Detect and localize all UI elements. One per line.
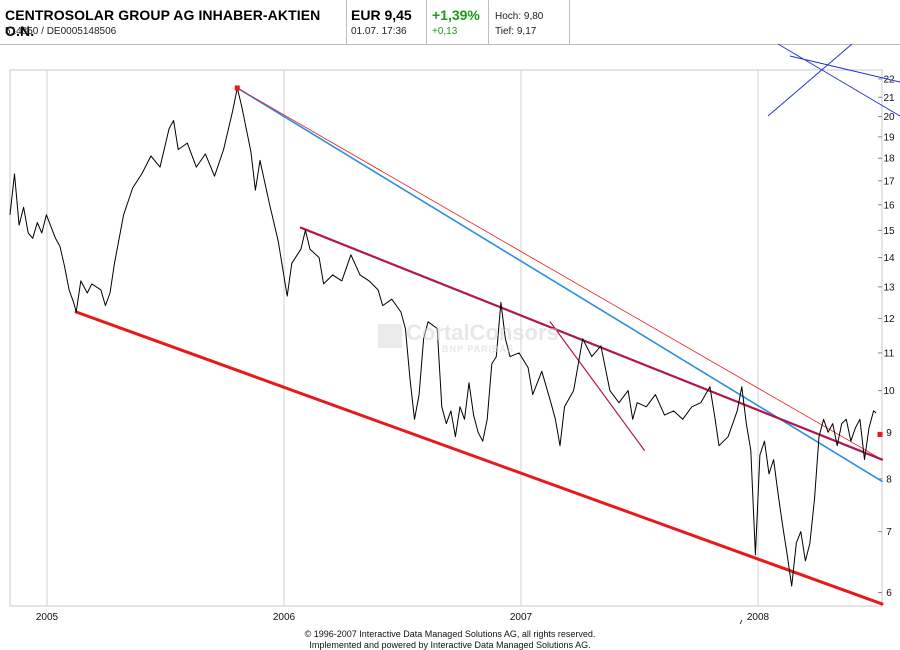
y-tick-label-7: 7	[886, 527, 892, 538]
y-tick-label-21: 21	[883, 93, 895, 104]
y-tick-label-16: 16	[883, 200, 895, 211]
y-tick-label-12: 12	[883, 314, 895, 325]
trend-markers	[234, 85, 883, 437]
y-tick-label-15: 15	[883, 226, 895, 237]
corner-line-3	[789, 55, 900, 83]
y-tick-label-18: 18	[883, 154, 895, 165]
watermark-subbrand: BNP PARIBAS	[442, 344, 515, 354]
y-tick-label-13: 13	[883, 282, 895, 293]
watermark-brand: CortalConsors	[406, 320, 559, 345]
y-tick-label-10: 10	[883, 386, 895, 397]
trend-line-5	[549, 321, 645, 451]
y-tick-label-8: 8	[886, 474, 892, 485]
powered-by-line: Implemented and powered by Interactive D…	[309, 640, 591, 650]
x-axis: 2005 2006 2007 2008	[36, 612, 770, 623]
copyright-line: © 1996-2007 Interactive Data Managed Sol…	[304, 629, 596, 639]
y-tick-label-17: 17	[883, 176, 895, 187]
x-tick-label-2007: 2007	[510, 612, 533, 623]
trend-line-2	[236, 87, 883, 483]
y-axis: 678910111213141516171819202122	[878, 74, 895, 599]
y-tick-label-6: 6	[886, 588, 892, 599]
corner-trend-lines	[767, 43, 900, 117]
x-tick-label-2005: 2005	[36, 612, 59, 623]
y-tick-label-14: 14	[883, 253, 895, 264]
watermark-logo-icon	[378, 324, 402, 348]
trend-marker-1	[234, 85, 240, 91]
y-tick-label-19: 19	[883, 132, 895, 143]
trend-marker-2	[877, 431, 883, 437]
tick-mark-icon	[739, 619, 743, 625]
y-tick-label-11: 11	[884, 348, 895, 359]
y-tick-label-20: 20	[883, 112, 895, 123]
x-tick-label-2006: 2006	[273, 612, 296, 623]
x-tick-label-2008: 2008	[747, 612, 770, 623]
y-tick-label-9: 9	[886, 428, 892, 439]
broker-watermark: CortalConsors BNP PARIBAS	[378, 320, 559, 356]
